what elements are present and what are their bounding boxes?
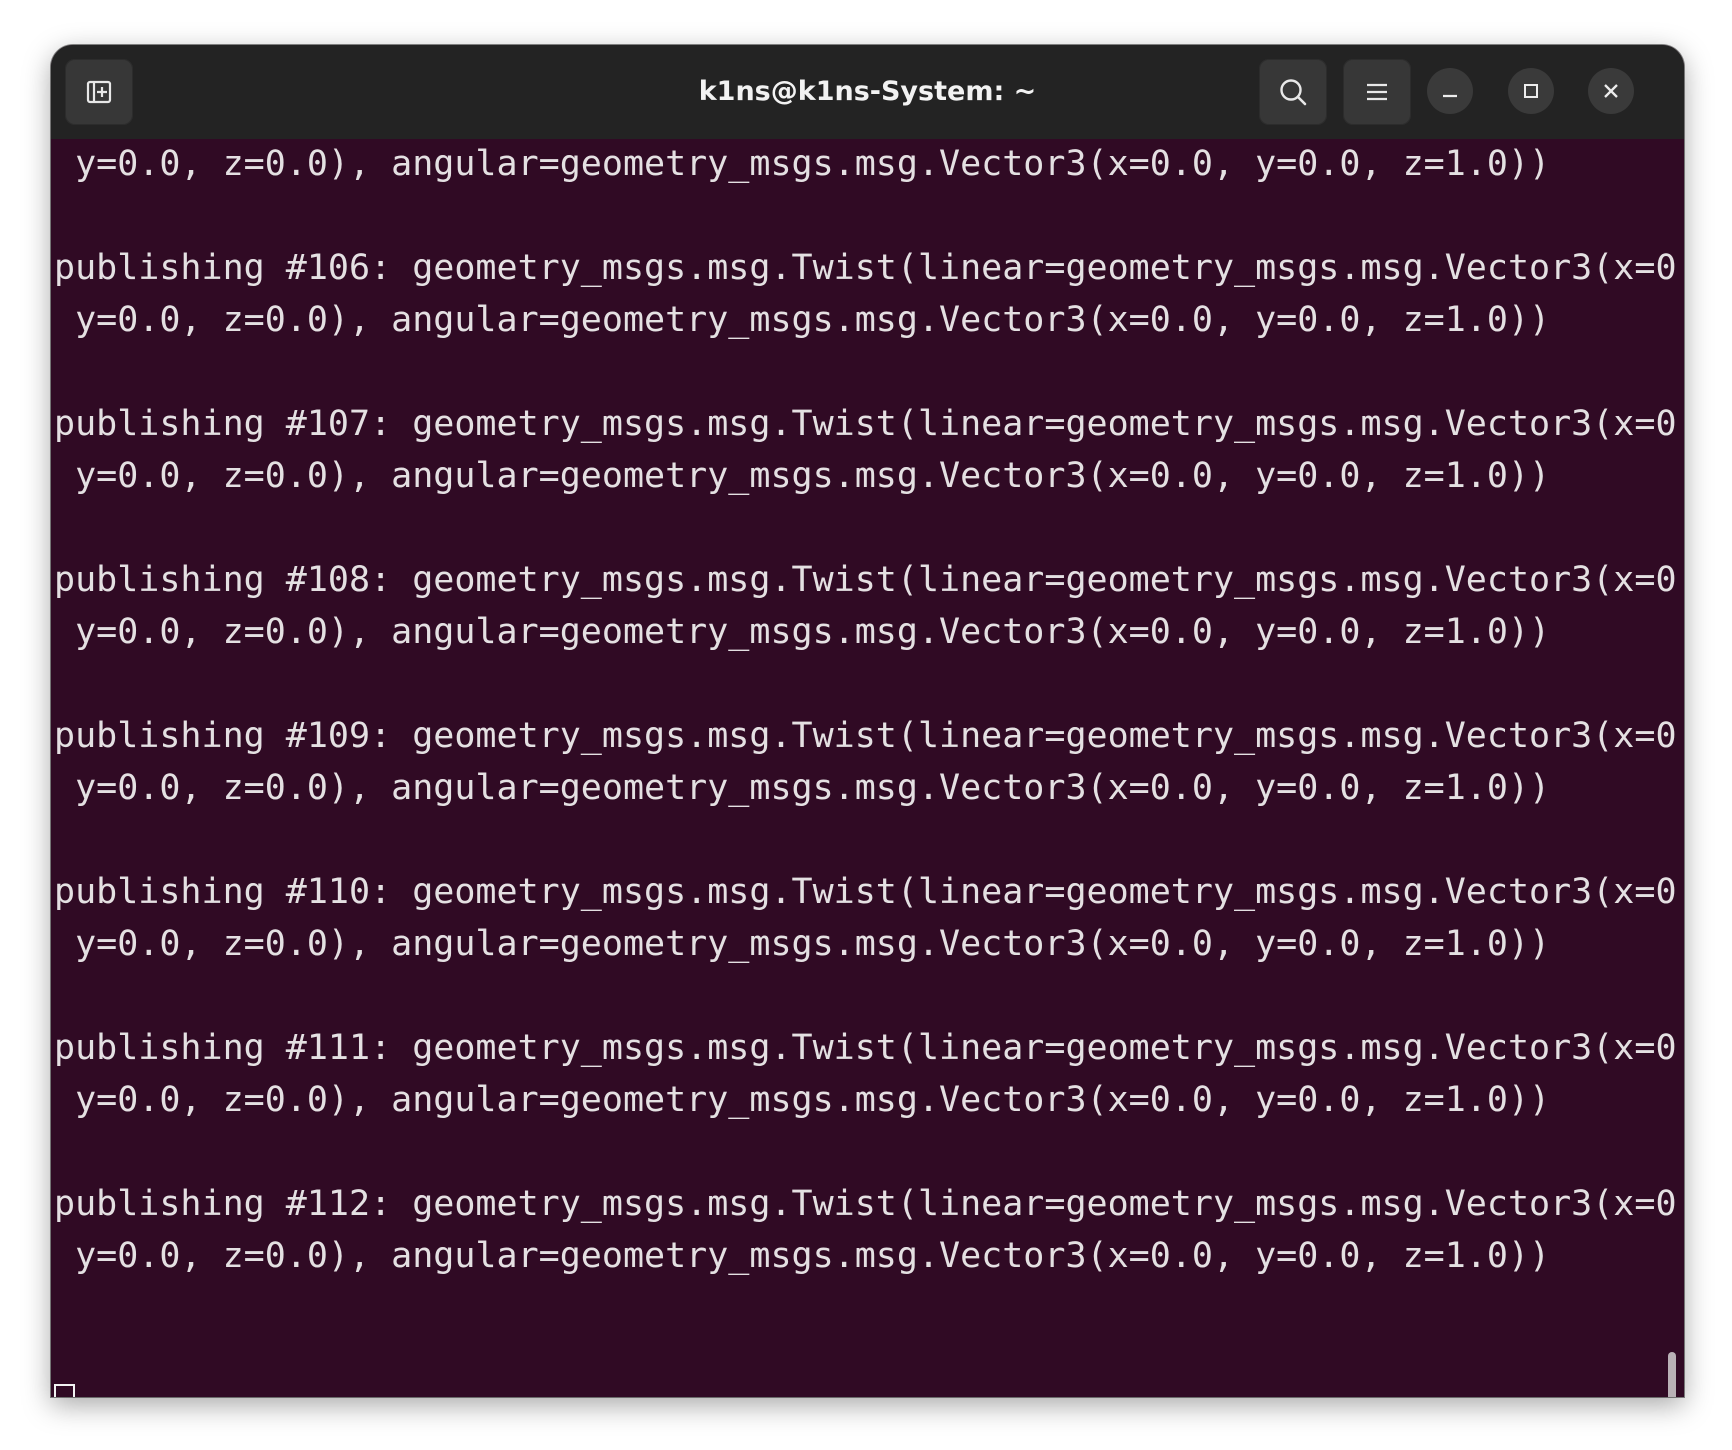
terminal-line: publishing #107: geometry_msgs.msg.Twist… <box>54 404 1684 444</box>
terminal-line: y=0.0, z=0.0), angular=geometry_msgs.msg… <box>54 300 1551 340</box>
minimize-button[interactable] <box>1427 68 1473 114</box>
terminal-line: publishing #111: geometry_msgs.msg.Twist… <box>54 1028 1684 1068</box>
terminal-line: y=0.0, z=0.0), angular=geometry_msgs.msg… <box>54 768 1551 808</box>
search-button[interactable] <box>1259 59 1327 125</box>
terminal-line: y=0.0, z=0.0), angular=geometry_msgs.msg… <box>54 144 1551 184</box>
terminal-line: publishing #110: geometry_msgs.msg.Twist… <box>54 872 1684 912</box>
search-icon <box>1280 79 1307 106</box>
terminal-output[interactable]: y=0.0, z=0.0), angular=geometry_msgs.msg… <box>51 139 1684 1397</box>
close-icon <box>1604 84 1618 98</box>
terminal-window: k1ns@k1ns-System: ~ y=0.0, z=0.0), angul… <box>51 45 1684 1397</box>
vertical-scrollbar[interactable] <box>1668 1352 1676 1397</box>
terminal-line: y=0.0, z=0.0), angular=geometry_msgs.msg… <box>54 1080 1551 1120</box>
terminal-line: publishing #109: geometry_msgs.msg.Twist… <box>54 716 1684 756</box>
minimize-icon <box>1443 94 1457 98</box>
new-tab-icon <box>86 80 112 104</box>
terminal-line: y=0.0, z=0.0), angular=geometry_msgs.msg… <box>54 1236 1551 1276</box>
new-tab-button[interactable] <box>65 59 133 125</box>
terminal-line: y=0.0, z=0.0), angular=geometry_msgs.msg… <box>54 924 1551 964</box>
hamburger-menu-icon <box>1367 83 1387 101</box>
menu-button[interactable] <box>1343 59 1411 125</box>
title-bar[interactable]: k1ns@k1ns-System: ~ <box>51 45 1684 139</box>
terminal-line: y=0.0, z=0.0), angular=geometry_msgs.msg… <box>54 612 1551 652</box>
close-button[interactable] <box>1588 68 1634 114</box>
terminal-line: publishing #112: geometry_msgs.msg.Twist… <box>54 1184 1684 1224</box>
terminal-line: publishing #106: geometry_msgs.msg.Twist… <box>54 248 1684 288</box>
terminal-line: publishing #108: geometry_msgs.msg.Twist… <box>54 560 1684 600</box>
maximize-button[interactable] <box>1508 68 1554 114</box>
maximize-icon <box>1524 84 1538 98</box>
text-cursor <box>54 1384 75 1397</box>
terminal-line: y=0.0, z=0.0), angular=geometry_msgs.msg… <box>54 456 1551 496</box>
